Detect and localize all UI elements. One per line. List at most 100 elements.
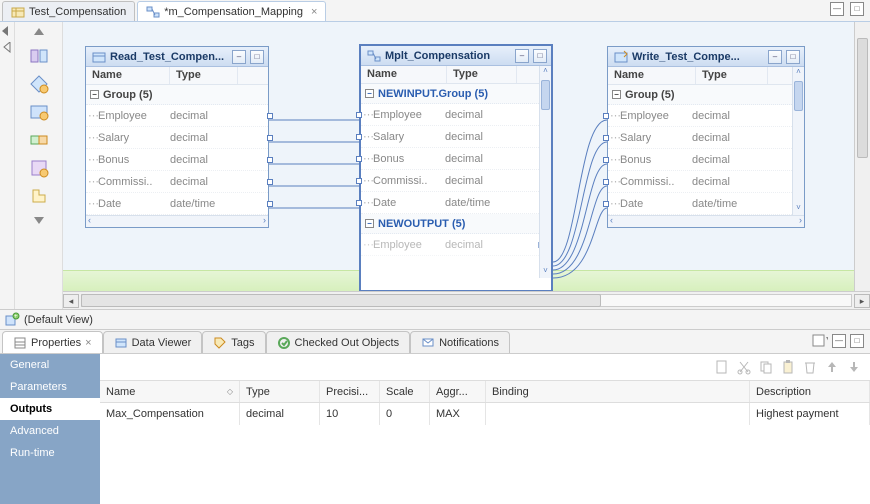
col-type[interactable]: Type (240, 381, 320, 402)
col-aggregation[interactable]: Aggr... (430, 381, 486, 402)
view-label[interactable]: (Default View) (24, 314, 93, 326)
maximize-icon[interactable]: □ (850, 2, 864, 16)
tx-group[interactable]: −Group (5) (86, 85, 268, 105)
tab-tags[interactable]: Tags (202, 331, 265, 353)
tab-checked-out-objects[interactable]: Checked Out Objects (266, 331, 411, 353)
tx-field[interactable]: ⋯Employeedecimal (86, 105, 268, 127)
output-port[interactable] (267, 201, 273, 207)
col-precision[interactable]: Precisi... (320, 381, 380, 402)
delete-icon[interactable] (802, 359, 818, 375)
scroll-down-icon[interactable]: ˅ (540, 266, 551, 278)
collapse-toggle-icon[interactable]: − (612, 90, 621, 99)
grid-row[interactable]: Max_Compensation decimal 10 0 MAX Highes… (100, 403, 870, 425)
sidebar-item-parameters[interactable]: Parameters (0, 376, 100, 398)
cut-icon[interactable] (736, 359, 752, 375)
close-icon[interactable]: × (85, 337, 91, 349)
tx-vscroll[interactable]: ˄ ˅ (792, 67, 804, 215)
iconify-icon[interactable]: – (232, 50, 246, 64)
tx-hscroll[interactable]: ‹› (608, 215, 804, 227)
output-port[interactable] (267, 113, 273, 119)
collapse-icon[interactable] (2, 26, 13, 40)
tx-header[interactable]: Mplt_Compensation – □ (361, 46, 551, 66)
col-description[interactable]: Description (750, 381, 870, 402)
input-port[interactable] (603, 157, 609, 163)
editor-tab-test-compensation[interactable]: Test_Compensation (2, 1, 135, 21)
new-icon[interactable] (714, 359, 730, 375)
maximize-icon[interactable]: □ (533, 49, 547, 63)
minimize-icon[interactable]: — (830, 2, 844, 16)
tx-field[interactable]: ⋯Employeedecimal (361, 234, 539, 256)
iconify-icon[interactable]: – (515, 49, 529, 63)
scroll-down-icon[interactable]: ˅ (793, 203, 804, 215)
maximize-icon[interactable]: □ (850, 334, 864, 348)
tx-field[interactable]: ⋯Salarydecimal (361, 126, 539, 148)
cell-binding[interactable] (486, 403, 750, 425)
cell-aggregation[interactable]: MAX (430, 403, 486, 425)
col-binding[interactable]: Binding (486, 381, 750, 402)
tx-read-test-compensation[interactable]: Read_Test_Compen... – □ Name Type −Group… (85, 46, 269, 228)
scroll-up-icon[interactable]: ˄ (540, 66, 551, 78)
cell-scale[interactable]: 0 (380, 403, 430, 425)
palette-tool-2[interactable] (28, 73, 50, 95)
tx-hscroll[interactable]: ‹› (86, 215, 268, 227)
maximize-icon[interactable]: □ (250, 50, 264, 64)
collapse-icon-2[interactable] (2, 42, 13, 56)
scroll-right-icon[interactable]: › (263, 215, 266, 225)
tx-field[interactable]: ⋯Commissi..decimal (86, 171, 268, 193)
palette-tool-3[interactable] (28, 101, 50, 123)
tx-header[interactable]: Read_Test_Compen... – □ (86, 47, 268, 67)
input-port[interactable] (603, 113, 609, 119)
input-port[interactable] (356, 200, 362, 206)
palette-tool-6[interactable] (28, 185, 50, 207)
palette-tool-4[interactable] (28, 129, 50, 151)
sidebar-item-outputs[interactable]: Outputs (0, 398, 100, 420)
tx-field[interactable]: ⋯Bonusdecimal (608, 149, 792, 171)
sidebar-item-general[interactable]: General (0, 354, 100, 376)
collapse-toggle-icon[interactable]: − (90, 90, 99, 99)
canvas-hscroll[interactable]: ◂ ▸ (63, 291, 870, 309)
input-port[interactable] (356, 134, 362, 140)
tx-field[interactable]: ⋯Datedate/time (608, 193, 792, 215)
tx-field[interactable]: ⋯Employeedecimal (361, 104, 539, 126)
tab-data-viewer[interactable]: Data Viewer (103, 331, 203, 353)
input-port[interactable] (603, 201, 609, 207)
tx-mplt-compensation[interactable]: Mplt_Compensation – □ Name Type −NEWINPU… (359, 44, 553, 292)
scroll-up-icon[interactable]: ˄ (793, 67, 804, 79)
col-name[interactable]: Name◇ (100, 381, 240, 402)
move-up-icon[interactable] (824, 359, 840, 375)
scroll-down-icon[interactable] (34, 217, 44, 224)
tx-group[interactable]: −Group (5) (608, 85, 792, 105)
palette-tool-5[interactable] (28, 157, 50, 179)
scroll-left-icon[interactable]: ◂ (63, 294, 79, 308)
scroll-thumb[interactable] (794, 81, 803, 111)
cell-description[interactable]: Highest payment (750, 403, 870, 425)
tx-header[interactable]: Write_Test_Compe... – □ (608, 47, 804, 67)
minimize-icon[interactable]: — (832, 334, 846, 348)
iconify-icon[interactable]: – (768, 50, 782, 64)
editor-tab-m-compensation-mapping[interactable]: *m_Compensation_Mapping × (137, 1, 326, 21)
tx-vscroll[interactable]: ˄ ˅ (539, 66, 551, 278)
tx-field[interactable]: ⋯Employeedecimal (608, 105, 792, 127)
input-port[interactable] (356, 178, 362, 184)
tx-group-input[interactable]: −NEWINPUT.Group (5) (361, 84, 539, 104)
sidebar-item-run-time[interactable]: Run-time (0, 442, 100, 464)
canvas-vscroll[interactable] (854, 22, 870, 291)
move-down-icon[interactable] (846, 359, 862, 375)
col-scale[interactable]: Scale (380, 381, 430, 402)
copy-icon[interactable] (758, 359, 774, 375)
add-view-icon[interactable]: + (4, 312, 20, 328)
scroll-right-icon[interactable]: › (799, 215, 802, 225)
paste-icon[interactable] (780, 359, 796, 375)
scroll-thumb[interactable] (81, 294, 601, 307)
palette-tool-1[interactable] (28, 45, 50, 67)
output-port[interactable] (267, 157, 273, 163)
cell-precision[interactable]: 10 (320, 403, 380, 425)
tx-group-output[interactable]: −NEWOUTPUT (5) (361, 214, 539, 234)
sort-icon[interactable]: ◇ (227, 387, 233, 396)
scroll-up-icon[interactable] (34, 28, 44, 35)
view-menu-icon[interactable] (812, 334, 828, 351)
tx-field[interactable]: ⋯Bonusdecimal (361, 148, 539, 170)
scroll-right-icon[interactable]: ▸ (854, 294, 870, 308)
maximize-icon[interactable]: □ (786, 50, 800, 64)
sidebar-item-advanced[interactable]: Advanced (0, 420, 100, 442)
